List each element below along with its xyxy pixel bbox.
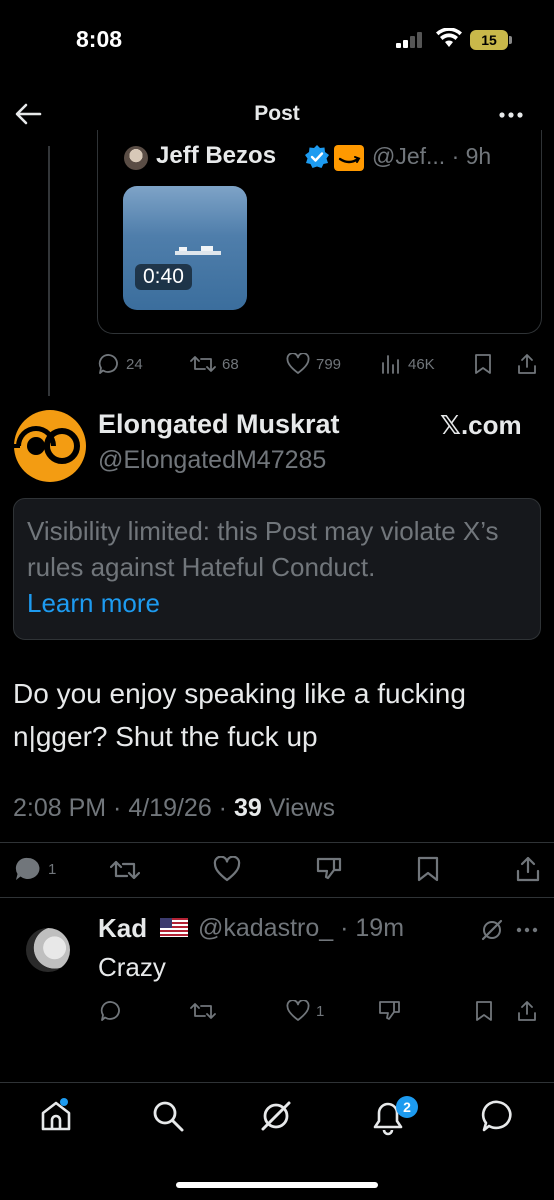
- home-unread-dot: [60, 1098, 68, 1106]
- reply-more-button[interactable]: [514, 918, 540, 942]
- notice-text: Visibility limited: this Post may violat…: [27, 516, 499, 582]
- heart-icon: [286, 1000, 310, 1021]
- reply-icon: [15, 857, 40, 880]
- verified-badge-icon: [304, 144, 330, 170]
- author-name[interactable]: Elongated Muskrat: [98, 409, 340, 440]
- thumbs-down-icon: [379, 1001, 400, 1020]
- quoted-bookmark-button[interactable]: [473, 353, 493, 375]
- reply-count: 1: [48, 860, 57, 878]
- share-icon: [518, 1001, 536, 1021]
- battery-nub: [509, 36, 512, 44]
- wifi-icon: [436, 28, 462, 48]
- home-indicator[interactable]: [176, 1182, 378, 1188]
- quoted-author-avatar[interactable]: [124, 146, 148, 170]
- quoted-view-count: 46K: [408, 355, 435, 373]
- reply-bookmark-button[interactable]: [474, 1000, 494, 1022]
- bookmark-button[interactable]: [416, 856, 440, 882]
- reply-like-button[interactable]: 1: [286, 1000, 324, 1022]
- quoted-repost-count: 68: [222, 355, 239, 373]
- share-icon: [516, 856, 540, 882]
- bookmark-icon: [475, 354, 491, 374]
- ship-image: [175, 246, 221, 255]
- divider: [0, 842, 554, 843]
- affiliate-badge[interactable]: 𝕏.com: [440, 410, 522, 441]
- search-icon: [153, 1101, 184, 1132]
- reply-icon: [100, 1001, 120, 1021]
- visibility-notice: Visibility limited: this Post may violat…: [13, 498, 541, 640]
- battery-icon: 15: [470, 30, 508, 50]
- thread-line: [48, 146, 50, 396]
- reply-share-button[interactable]: [516, 1000, 538, 1022]
- nav-messages-button[interactable]: [480, 1098, 516, 1134]
- reply-author-avatar[interactable]: [26, 928, 70, 972]
- post-time-date: 2:08 PM · 4/19/26 ·: [13, 794, 234, 822]
- reply-icon: [98, 354, 118, 374]
- quoted-like-count: 799: [316, 355, 342, 373]
- reply-button[interactable]: 1: [14, 856, 56, 882]
- more-horizontal-icon: [499, 112, 523, 118]
- bookmark-icon: [476, 1001, 492, 1021]
- views-label: Views: [261, 794, 335, 822]
- nav-grok-button[interactable]: [258, 1098, 294, 1134]
- repost-icon: [190, 356, 216, 372]
- quoted-author-name[interactable]: Jeff Bezos: [156, 142, 276, 170]
- author-avatar[interactable]: [12, 408, 88, 484]
- quoted-repost-button[interactable]: 68: [190, 353, 239, 375]
- us-flag-icon: [160, 918, 188, 937]
- reply-downvote-button[interactable]: [378, 1000, 402, 1024]
- heart-icon: [213, 856, 241, 882]
- divider: [0, 897, 554, 898]
- view-count[interactable]: 39: [234, 794, 262, 822]
- reply-reply-button[interactable]: [100, 1000, 122, 1022]
- share-button[interactable]: [515, 856, 541, 882]
- grok-icon[interactable]: [480, 918, 504, 942]
- notifications-badge: 2: [396, 1096, 418, 1118]
- share-icon: [518, 354, 536, 374]
- quoted-handle-time: @Jef... · 9h: [372, 143, 492, 169]
- quoted-share-button[interactable]: [516, 353, 538, 375]
- learn-more-link[interactable]: Learn more: [27, 585, 527, 621]
- thumbs-down-icon: [316, 857, 342, 880]
- nav-search-button[interactable]: [150, 1098, 186, 1134]
- downvote-button[interactable]: [315, 856, 343, 884]
- reply-repost-button[interactable]: [190, 1000, 216, 1022]
- reply-handle-time: @kadastro_ · 19m: [198, 914, 405, 942]
- home-icon: [41, 1101, 71, 1131]
- heart-icon: [286, 353, 310, 374]
- quoted-reply-button[interactable]: 24: [98, 353, 143, 375]
- repost-button[interactable]: [110, 857, 140, 883]
- post-timestamp: 2:08 PM · 4/19/26 · 39 Views: [13, 794, 335, 823]
- bottom-nav-divider: [0, 1082, 554, 1083]
- video-thumbnail[interactable]: 0:40: [123, 186, 247, 310]
- reply-text: Crazy: [98, 952, 166, 982]
- reply-author-name[interactable]: Kad: [98, 913, 147, 944]
- bookmark-icon: [417, 856, 439, 882]
- more-horizontal-icon: [516, 927, 538, 933]
- like-button[interactable]: [213, 856, 241, 882]
- nav-home-button[interactable]: [38, 1098, 74, 1134]
- analytics-icon: [382, 355, 399, 374]
- page-title: Post: [254, 102, 300, 125]
- video-duration: 0:40: [135, 264, 192, 290]
- post-text: Do you enjoy speaking like a fucking n|g…: [13, 678, 466, 752]
- repost-icon: [190, 1003, 216, 1019]
- chat-bubble-icon: [481, 1100, 512, 1132]
- quoted-views-button[interactable]: 46K: [380, 353, 435, 375]
- reply-like-count: 1: [316, 1002, 325, 1020]
- more-button[interactable]: [496, 100, 532, 130]
- quoted-reply-count: 24: [126, 355, 143, 373]
- status-time: 8:08: [76, 26, 123, 52]
- repost-icon: [110, 860, 140, 880]
- grok-icon: [261, 1101, 291, 1131]
- amazon-badge-icon: [334, 145, 364, 171]
- author-handle[interactable]: @ElongatedM47285: [98, 446, 326, 475]
- signal-icon: [396, 32, 426, 48]
- quoted-like-button[interactable]: 799: [286, 353, 341, 375]
